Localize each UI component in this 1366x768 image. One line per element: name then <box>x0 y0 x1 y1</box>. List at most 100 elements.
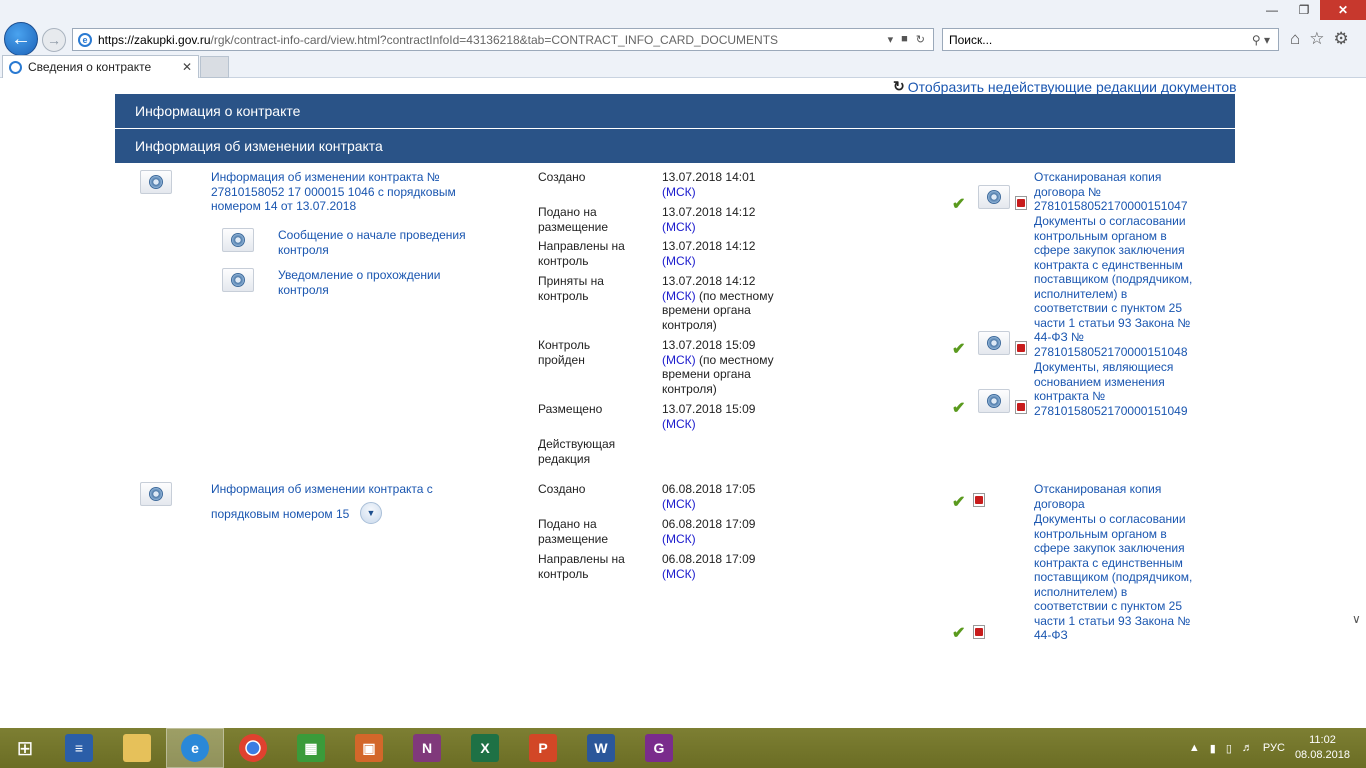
refresh-icon[interactable]: ↻ <box>916 33 925 46</box>
taskbar-app[interactable]: X <box>456 728 514 768</box>
signature-seal-button[interactable] <box>222 268 254 292</box>
start-button[interactable]: ⊞ <box>0 728 50 768</box>
network-icon[interactable]: ▮ <box>1210 742 1216 755</box>
presentation-icon: ▣ <box>355 734 383 762</box>
language-indicator[interactable]: РУС <box>1263 742 1285 754</box>
taskbar-app[interactable]: G <box>630 728 688 768</box>
show-inactive-link[interactable]: ↻ Отобразить недействующие редакции доку… <box>893 78 1237 95</box>
timezone-link[interactable]: (МСК) <box>662 497 696 511</box>
entry1-doc-link[interactable]: Отсканированая копия договора № 27810158… <box>1034 170 1196 214</box>
signature-seal-button[interactable] <box>978 389 1010 413</box>
home-icon[interactable]: ⌂ <box>1290 29 1300 49</box>
status-label: Направлены на контроль <box>538 239 625 268</box>
spreadsheet-icon: ▦ <box>297 734 325 762</box>
taskbar-app[interactable]: ≡ <box>50 728 108 768</box>
taskbar-app[interactable]: W <box>572 728 630 768</box>
signature-seal-button[interactable] <box>222 228 254 252</box>
tray-arrow-icon[interactable]: ▲ <box>1189 742 1200 754</box>
status-label: Подано на размещение <box>538 205 609 234</box>
timezone-link[interactable]: (МСК) <box>662 353 696 367</box>
checkmark-icon: ✔ <box>952 400 966 417</box>
checkmark-icon: ✔ <box>952 196 966 213</box>
search-placeholder: Поиск... <box>949 32 993 47</box>
taskbar-app[interactable] <box>224 728 282 768</box>
back-button[interactable]: ← <box>4 22 38 56</box>
page-content: ↻ Отобразить недействующие редакции доку… <box>0 78 1366 641</box>
entry1-doc-link[interactable]: Документы о согласовании контрольным орг… <box>1034 214 1196 359</box>
search-box[interactable]: Поиск... ⚲ ▾ <box>942 28 1279 51</box>
entry2-doc-link[interactable]: Документы о согласовании контрольным орг… <box>1034 512 1196 641</box>
status-value: 13.07.2018 15:09 (МСК) <box>662 402 756 431</box>
clock[interactable]: 11:02 08.08.2018 <box>1295 733 1350 763</box>
timezone-link[interactable]: (МСК) <box>662 567 696 581</box>
taskbar-app[interactable]: P <box>514 728 572 768</box>
status-label: Контроль пройден <box>538 338 591 367</box>
close-tab-icon[interactable]: ✕ <box>182 60 192 74</box>
taskbar-app[interactable]: e <box>166 728 224 768</box>
close-window-button[interactable]: ✕ <box>1320 0 1366 20</box>
battery-icon[interactable]: ▯ <box>1226 742 1232 755</box>
new-tab-button[interactable] <box>200 56 229 78</box>
timezone-link[interactable]: (МСК) <box>662 185 696 199</box>
refresh-small-icon: ↻ <box>893 78 905 94</box>
ie-tab-icon <box>9 60 22 74</box>
taskbar-app[interactable] <box>108 728 166 768</box>
taskbar-app[interactable]: ▦ <box>282 728 340 768</box>
section-change-info[interactable]: Информация об изменении контракта <box>115 129 1235 163</box>
windows-logo-icon: ⊞ <box>16 737 34 760</box>
status-label: Подано на размещение <box>538 517 609 546</box>
entry2-title-link[interactable]: Информация об изменении контракта с поря… <box>211 482 461 521</box>
forward-button[interactable]: → <box>42 28 66 52</box>
pdf-icon[interactable] <box>1015 400 1027 414</box>
signature-seal-button[interactable] <box>978 185 1010 209</box>
browser-chrome: ← → e https://zakupki.gov.ru /rgk/contra… <box>0 0 1366 78</box>
status-value: 06.08.2018 17:09 (МСК) <box>662 552 756 581</box>
entry1-sub-link-control-passed[interactable]: Уведомление о прохождении контроля <box>278 268 478 297</box>
status-label: Действующая редакция <box>538 437 616 466</box>
timezone-link[interactable]: (МСК) <box>662 417 696 431</box>
arrow-left-icon: ← <box>11 27 31 50</box>
chrome-icon <box>239 734 267 762</box>
pdf-icon[interactable] <box>1015 341 1027 355</box>
tab-contract-info[interactable]: Сведения о контракте ✕ <box>2 55 199 78</box>
pdf-icon[interactable] <box>973 493 985 507</box>
checkmark-icon: ✔ <box>952 625 966 641</box>
signature-seal-button[interactable] <box>978 331 1010 355</box>
excel-icon: X <box>471 734 499 762</box>
status-value: 13.07.2018 15:09 (МСК) (по местному време… <box>662 338 774 396</box>
scroll-down-icon[interactable]: ∨ <box>1352 612 1361 626</box>
taskbar-app[interactable]: N <box>398 728 456 768</box>
seal-icon <box>149 175 163 189</box>
timezone-link[interactable]: (МСК) <box>662 254 696 268</box>
minimize-button[interactable]: — <box>1256 0 1288 20</box>
lock-icon[interactable]: ■ <box>901 33 908 46</box>
status-label: Приняты на контроль <box>538 274 604 303</box>
pdf-icon[interactable] <box>1015 196 1027 210</box>
entry2-doc-link[interactable]: Отсканированая копия договора <box>1034 482 1196 511</box>
dropdown-icon[interactable]: ▾ <box>888 33 894 46</box>
settings-gear-icon[interactable]: ⚙ <box>1334 29 1349 49</box>
expand-chevron-button[interactable]: ▼ <box>360 502 382 524</box>
taskbar-app[interactable]: ▣ <box>340 728 398 768</box>
timezone-link[interactable]: (МСК) <box>662 532 696 546</box>
search-icon[interactable]: ⚲ ▾ <box>1252 33 1278 47</box>
signature-seal-button[interactable] <box>140 482 172 506</box>
status-label: Создано <box>538 170 586 184</box>
arrow-right-icon: → <box>47 32 61 48</box>
address-bar[interactable]: e https://zakupki.gov.ru /rgk/contract-i… <box>72 28 934 51</box>
favorites-star-icon[interactable]: ☆ <box>1309 29 1324 49</box>
restore-button[interactable]: ❐ <box>1288 0 1320 20</box>
entry1-doc-link[interactable]: Документы, являющиеся основанием изменен… <box>1034 360 1196 418</box>
seal-icon <box>987 394 1001 408</box>
system-tray: ▲ ▮ ▯ ♬ РУС 11:02 08.08.2018 <box>1189 728 1366 768</box>
signature-seal-button[interactable] <box>140 170 172 194</box>
timezone-link[interactable]: (МСК) <box>662 289 696 303</box>
seal-icon <box>987 336 1001 350</box>
chevron-down-icon: ▼ <box>366 508 376 518</box>
section-contract-info[interactable]: Информация о контракте <box>115 94 1235 128</box>
entry1-sub-link-control-start[interactable]: Сообщение о начале проведения контроля <box>278 228 478 257</box>
entry1-title-link[interactable]: Информация об изменении контракта № 2781… <box>211 170 461 214</box>
timezone-link[interactable]: (МСК) <box>662 220 696 234</box>
volume-icon[interactable]: ♬ <box>1242 742 1253 754</box>
pdf-icon[interactable] <box>973 625 985 639</box>
